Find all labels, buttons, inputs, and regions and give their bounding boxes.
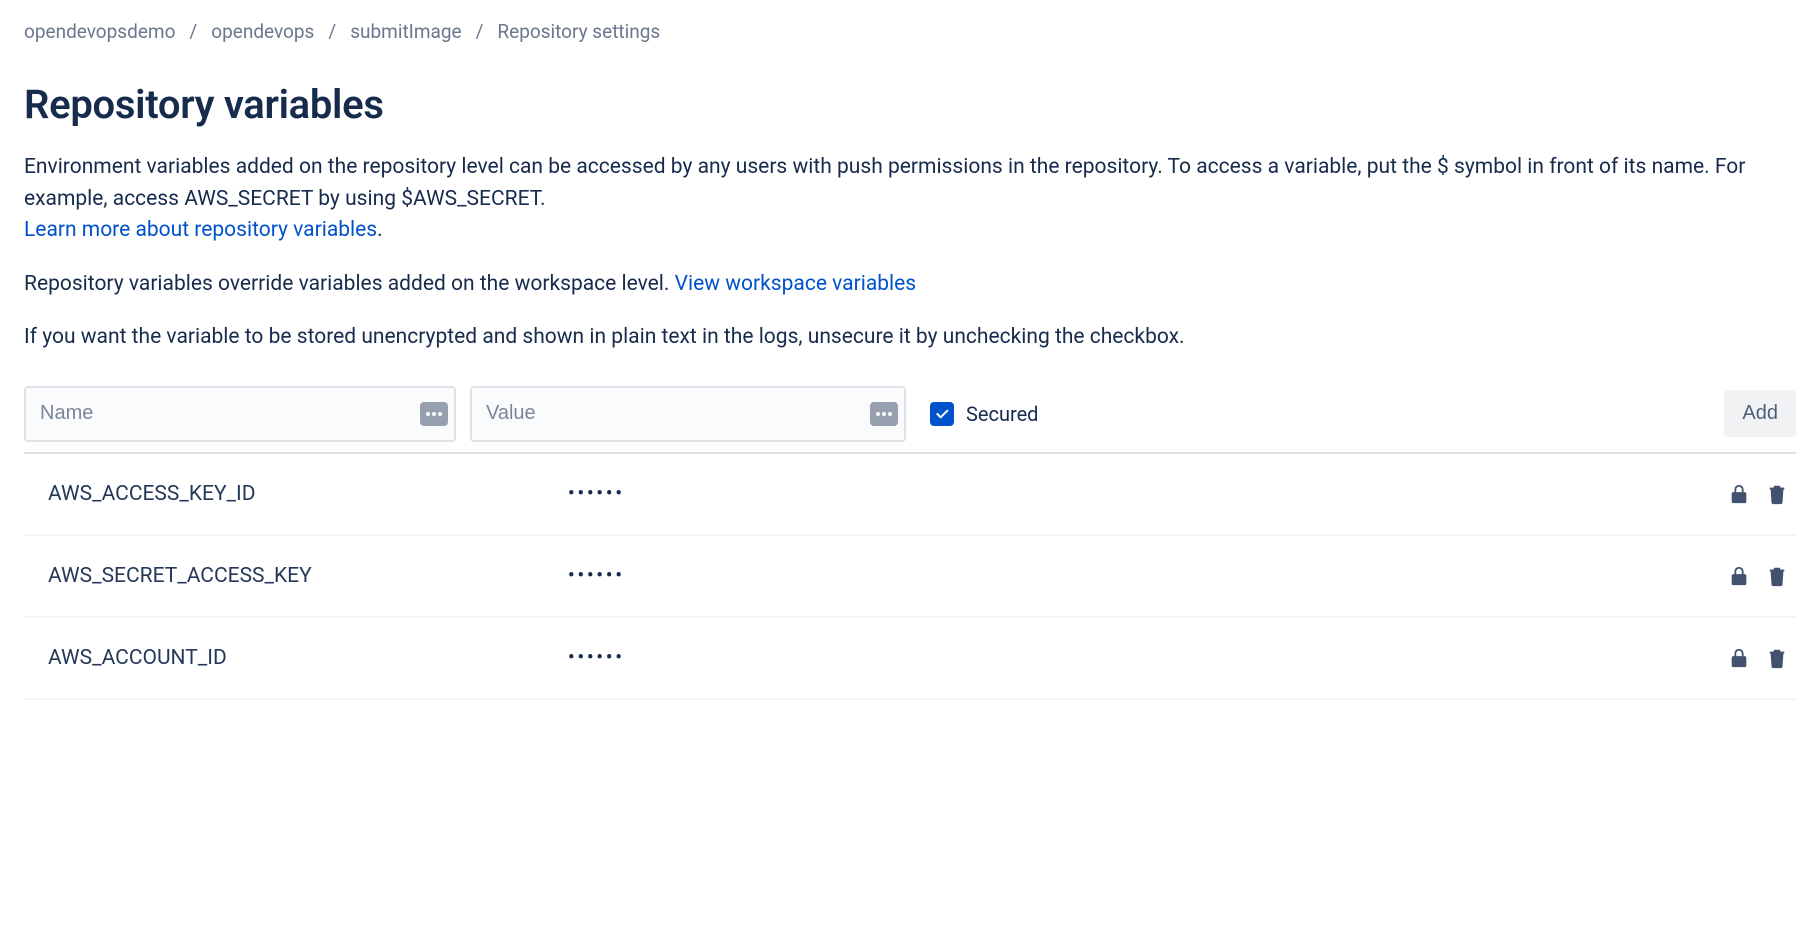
name-input[interactable]	[24, 386, 456, 442]
secured-toggle: Secured	[930, 402, 1038, 426]
breadcrumb-separator: /	[476, 20, 484, 43]
description-1: Environment variables added on the repos…	[24, 152, 1796, 247]
value-input-wrap	[470, 386, 906, 442]
description-2: Repository variables override variables …	[24, 269, 1796, 301]
breadcrumb-item-project[interactable]: opendevops	[211, 20, 314, 43]
add-button[interactable]: Add	[1724, 390, 1796, 437]
ellipsis-icon[interactable]	[870, 402, 898, 426]
breadcrumb-item-settings[interactable]: Repository settings	[497, 20, 660, 43]
variable-row: AWS_ACCESS_KEY_ID ••••••	[24, 454, 1796, 536]
variable-row: AWS_SECRET_ACCESS_KEY ••••••	[24, 536, 1796, 618]
variable-name: AWS_ACCESS_KEY_ID	[48, 482, 568, 506]
page-title: Repository variables	[24, 81, 1796, 128]
secured-label: Secured	[966, 402, 1038, 426]
variable-name: AWS_ACCOUNT_ID	[48, 646, 568, 670]
trash-icon[interactable]	[1766, 482, 1788, 506]
breadcrumb-item-repo[interactable]: submitImage	[350, 20, 461, 43]
ellipsis-icon[interactable]	[420, 402, 448, 426]
lock-icon[interactable]	[1728, 482, 1750, 506]
lock-icon[interactable]	[1728, 564, 1750, 588]
secured-checkbox[interactable]	[930, 402, 954, 426]
check-icon	[934, 406, 950, 422]
add-variable-row: Secured Add	[24, 376, 1796, 454]
description-3: If you want the variable to be stored un…	[24, 322, 1796, 354]
breadcrumb-separator: /	[328, 20, 336, 43]
trash-icon[interactable]	[1766, 646, 1788, 670]
variable-list: AWS_ACCESS_KEY_ID •••••• AWS_SECRET_ACCE…	[24, 454, 1796, 700]
trash-icon[interactable]	[1766, 564, 1788, 588]
view-workspace-variables-link[interactable]: View workspace variables	[675, 272, 916, 296]
variable-value: ••••••	[568, 483, 1728, 504]
variable-row: AWS_ACCOUNT_ID ••••••	[24, 618, 1796, 700]
variable-value: ••••••	[568, 647, 1728, 668]
name-input-wrap	[24, 386, 456, 442]
lock-icon[interactable]	[1728, 646, 1750, 670]
learn-more-link[interactable]: Learn more about repository variables	[24, 218, 377, 242]
breadcrumb-separator: /	[189, 20, 197, 43]
value-input[interactable]	[470, 386, 906, 442]
variable-value: ••••••	[568, 565, 1728, 586]
breadcrumb-item-workspace[interactable]: opendevopsdemo	[24, 20, 175, 43]
breadcrumb: opendevopsdemo / opendevops / submitImag…	[24, 20, 1796, 43]
variable-name: AWS_SECRET_ACCESS_KEY	[48, 564, 568, 588]
